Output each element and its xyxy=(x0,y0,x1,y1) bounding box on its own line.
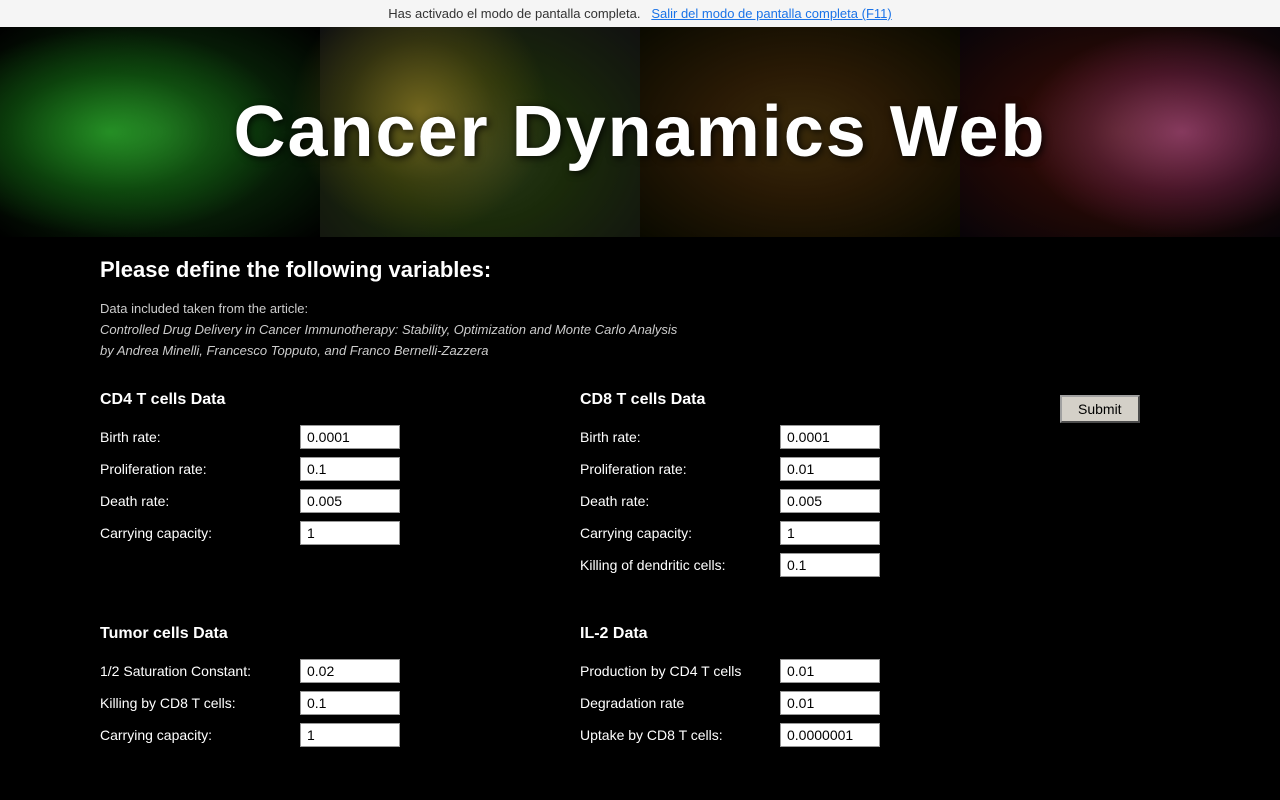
bottom-data-sections: Tumor cells Data 1/2 Saturation Constant… xyxy=(100,625,1180,755)
il2-column: IL-2 Data Production by CD4 T cells Degr… xyxy=(580,625,1060,755)
cd8-carrying-capacity-input[interactable] xyxy=(780,521,880,545)
cd4-carrying-capacity-group: Carrying capacity: xyxy=(100,521,580,545)
hero-header: Cancer Dynamics Web xyxy=(0,27,1280,237)
il2-degradation-group: Degradation rate xyxy=(580,691,1060,715)
il2-degradation-input[interactable] xyxy=(780,691,880,715)
tumor-carrying-capacity-group: Carrying capacity: xyxy=(100,723,580,747)
il2-production-label: Production by CD4 T cells xyxy=(580,663,780,679)
main-content: Please define the following variables: D… xyxy=(0,237,1280,795)
il2-uptake-label: Uptake by CD8 T cells: xyxy=(580,727,780,743)
cd4-death-rate-input[interactable] xyxy=(300,489,400,513)
cd8-death-rate-label: Death rate: xyxy=(580,493,780,509)
fullscreen-message: Has activado el modo de pantalla complet… xyxy=(388,6,640,21)
il2-section-title: IL-2 Data xyxy=(580,625,1060,643)
il2-production-input[interactable] xyxy=(780,659,880,683)
tumor-saturation-group: 1/2 Saturation Constant: xyxy=(100,659,580,683)
il2-degradation-label: Degradation rate xyxy=(580,695,780,711)
tumor-killing-group: Killing by CD8 T cells: xyxy=(100,691,580,715)
cd4-birth-rate-label: Birth rate: xyxy=(100,429,300,445)
hero-title: Cancer Dynamics Web xyxy=(234,91,1047,173)
submit-button[interactable]: Submit xyxy=(1060,395,1140,423)
cd4-birth-rate-group: Birth rate: xyxy=(100,425,580,449)
cd4-proliferation-rate-group: Proliferation rate: xyxy=(100,457,580,481)
fullscreen-notification-bar: Has activado el modo de pantalla complet… xyxy=(0,0,1280,27)
tumor-section-title: Tumor cells Data xyxy=(100,625,580,643)
tumor-carrying-capacity-input[interactable] xyxy=(300,723,400,747)
cd8-birth-rate-label: Birth rate: xyxy=(580,429,780,445)
cd8-proliferation-rate-label: Proliferation rate: xyxy=(580,461,780,477)
cd8-birth-rate-group: Birth rate: xyxy=(580,425,1060,449)
cd8-carrying-capacity-group: Carrying capacity: xyxy=(580,521,1060,545)
tumor-killing-input[interactable] xyxy=(300,691,400,715)
cd4-proliferation-rate-input[interactable] xyxy=(300,457,400,481)
cd8-proliferation-rate-input[interactable] xyxy=(780,457,880,481)
cd4-section-title: CD4 T cells Data xyxy=(100,391,580,409)
cd8-proliferation-rate-group: Proliferation rate: xyxy=(580,457,1060,481)
page-heading: Please define the following variables: xyxy=(100,257,1180,283)
article-info-line1: Data included taken from the article: xyxy=(100,301,308,316)
cd4-carrying-capacity-input[interactable] xyxy=(300,521,400,545)
cd4-proliferation-rate-label: Proliferation rate: xyxy=(100,461,300,477)
il2-uptake-input[interactable] xyxy=(780,723,880,747)
cd4-carrying-capacity-label: Carrying capacity: xyxy=(100,525,300,541)
article-info-line2: Controlled Drug Delivery in Cancer Immun… xyxy=(100,322,677,337)
tumor-saturation-label: 1/2 Saturation Constant: xyxy=(100,663,300,679)
cell-pink-decoration xyxy=(1020,27,1280,237)
article-info-line3: by Andrea Minelli, Francesco Topputo, an… xyxy=(100,343,489,358)
cd4-death-rate-group: Death rate: xyxy=(100,489,580,513)
cd8-killing-dendritic-input[interactable] xyxy=(780,553,880,577)
cd8-killing-dendritic-label: Killing of dendritic cells: xyxy=(580,557,780,573)
cd8-killing-dendritic-group: Killing of dendritic cells: xyxy=(580,553,1060,577)
cd8-section-title: CD8 T cells Data xyxy=(580,391,1060,409)
cd8-death-rate-group: Death rate: xyxy=(580,489,1060,513)
exit-fullscreen-link[interactable]: Salir del modo de pantalla completa (F11… xyxy=(651,6,891,21)
article-info: Data included taken from the article: Co… xyxy=(100,299,1180,361)
cd8-birth-rate-input[interactable] xyxy=(780,425,880,449)
il2-production-group: Production by CD4 T cells xyxy=(580,659,1060,683)
top-data-sections: CD4 T cells Data Birth rate: Proliferati… xyxy=(100,391,1180,585)
cd8-death-rate-input[interactable] xyxy=(780,489,880,513)
il2-uptake-group: Uptake by CD8 T cells: xyxy=(580,723,1060,747)
tumor-saturation-input[interactable] xyxy=(300,659,400,683)
tumor-carrying-capacity-label: Carrying capacity: xyxy=(100,727,300,743)
cd8-carrying-capacity-label: Carrying capacity: xyxy=(580,525,780,541)
tumor-column: Tumor cells Data 1/2 Saturation Constant… xyxy=(100,625,580,755)
submit-column: Submit xyxy=(1060,391,1180,585)
bottom-spacer xyxy=(1060,625,1180,755)
cd8-column: CD8 T cells Data Birth rate: Proliferati… xyxy=(580,391,1060,585)
cd4-birth-rate-input[interactable] xyxy=(300,425,400,449)
cd4-death-rate-label: Death rate: xyxy=(100,493,300,509)
tumor-killing-label: Killing by CD8 T cells: xyxy=(100,695,300,711)
cd4-column: CD4 T cells Data Birth rate: Proliferati… xyxy=(100,391,580,585)
